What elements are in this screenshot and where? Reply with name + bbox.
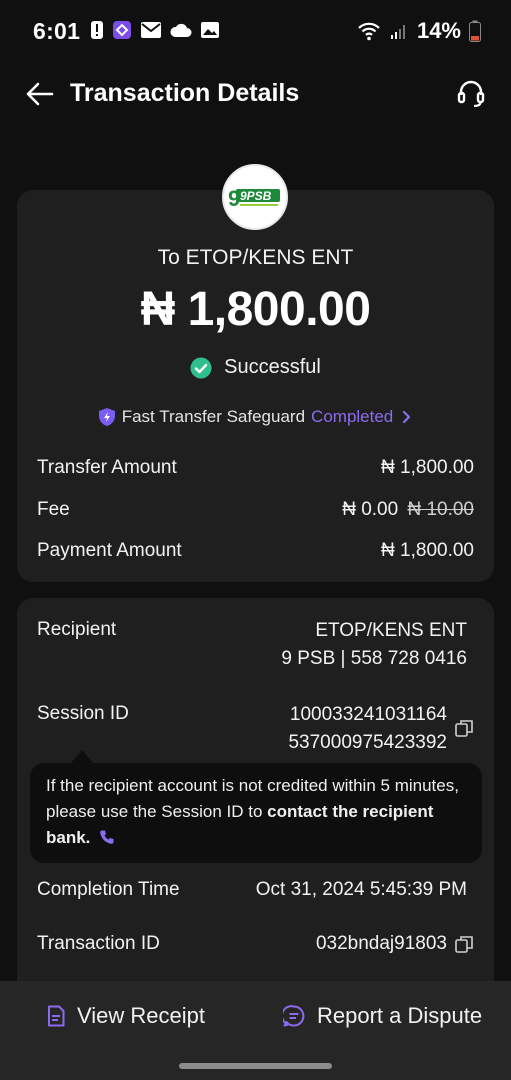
svg-text:9: 9	[228, 186, 240, 211]
copy-transaction-id-icon[interactable]	[455, 935, 473, 953]
image-icon	[201, 22, 219, 38]
headset-icon	[457, 80, 485, 108]
safeguard-status: Completed	[311, 407, 394, 426]
cloud-icon	[170, 23, 192, 37]
recipient-label: Recipient	[37, 619, 117, 640]
battery-icon	[469, 20, 481, 42]
mail-icon	[141, 22, 161, 38]
completion-time-label: Completion Time	[37, 879, 180, 900]
copy-session-id-icon[interactable]	[455, 719, 473, 737]
chat-bubble-icon	[283, 1005, 305, 1027]
home-indicator[interactable]	[179, 1063, 332, 1069]
transfer-amount-row: Transfer Amount ₦ 1,800.00	[37, 457, 474, 479]
transaction-id-label: Transaction ID	[37, 933, 160, 954]
completion-time-row: Completion Time Oct 31, 2024 5:45:39 PM	[37, 879, 467, 901]
phone-icon	[100, 830, 114, 844]
bank-logo: 9 9PSB	[222, 164, 288, 230]
session-id-tooltip: If the recipient account is not credited…	[30, 763, 482, 863]
page-title: Transaction Details	[70, 79, 300, 107]
system-icons: 14%	[357, 18, 481, 44]
view-receipt-label: View Receipt	[77, 1003, 205, 1028]
fee-label: Fee	[37, 499, 70, 520]
document-icon	[48, 1005, 65, 1027]
status-time: 6:01	[33, 18, 81, 44]
recipient-name: ETOP/KENS ENT	[315, 620, 467, 641]
transaction-id-row: Transaction ID 032bndaj91803	[37, 933, 447, 955]
transaction-status: Successful	[0, 356, 511, 379]
status-text: Successful	[224, 356, 321, 378]
report-dispute-label: Report a Dispute	[317, 1003, 483, 1028]
payment-amount-value: ₦ 1,800.00	[381, 540, 474, 561]
fee-original-value: ₦ 10.00	[407, 499, 474, 520]
transaction-id-value: 032bndaj91803	[315, 933, 447, 954]
arrow-left-icon	[26, 82, 54, 106]
status-bar: 6:01 14%	[0, 0, 511, 62]
report-dispute-button[interactable]: Report a Dispute	[283, 1003, 482, 1029]
chevron-right-icon	[403, 410, 411, 424]
recipient-account: 9 PSB | 558 728 0416	[281, 648, 467, 669]
fee-values: ₦ 0.00 ₦ 10.00	[342, 499, 474, 521]
notification-icons	[90, 20, 220, 40]
session-id-value: 100033241031164 537000975423392	[288, 701, 447, 757]
transfer-amount-value: ₦ 1,800.00	[381, 457, 474, 478]
top-bar: Transaction Details	[0, 66, 511, 122]
safeguard-label: Fast Transfer Safeguard	[121, 407, 306, 426]
back-button[interactable]	[24, 79, 56, 109]
fee-row: Fee ₦ 0.00 ₦ 10.00	[37, 499, 474, 521]
view-receipt-button[interactable]: View Receipt	[47, 1003, 205, 1029]
safeguard-link[interactable]: Fast Transfer Safeguard Completed	[0, 407, 511, 427]
battery-percent: 14%	[416, 18, 461, 43]
check-circle-icon	[190, 357, 212, 378]
fee-value: ₦ 0.00	[342, 499, 399, 520]
payment-amount-row: Payment Amount ₦ 1,800.00	[37, 540, 474, 562]
bank-logo-text: 9PSB	[240, 189, 272, 203]
signal-icon	[390, 25, 405, 39]
completion-time-value: Oct 31, 2024 5:45:39 PM	[255, 879, 467, 900]
session-id-label: Session ID	[37, 703, 129, 724]
recipient-heading: To ETOP/KENS ENT	[157, 246, 354, 269]
recipient-info: ETOP/KENS ENT 9 PSB | 558 728 0416	[281, 617, 467, 673]
alert-icon	[91, 21, 103, 39]
payment-amount-label: Payment Amount	[37, 540, 182, 561]
tooltip-arrow	[70, 750, 94, 764]
transfer-amount-label: Transfer Amount	[37, 457, 177, 478]
session-id-line1: 100033241031164	[289, 704, 447, 725]
wifi-icon	[358, 22, 380, 41]
shield-icon	[98, 408, 115, 426]
bank-logo-icon: 9 9PSB	[228, 186, 280, 211]
support-button[interactable]	[455, 77, 487, 109]
app-icon	[113, 21, 131, 39]
transaction-amount: ₦ 1,800.00	[140, 283, 371, 336]
session-id-line2: 537000975423392	[288, 732, 447, 753]
